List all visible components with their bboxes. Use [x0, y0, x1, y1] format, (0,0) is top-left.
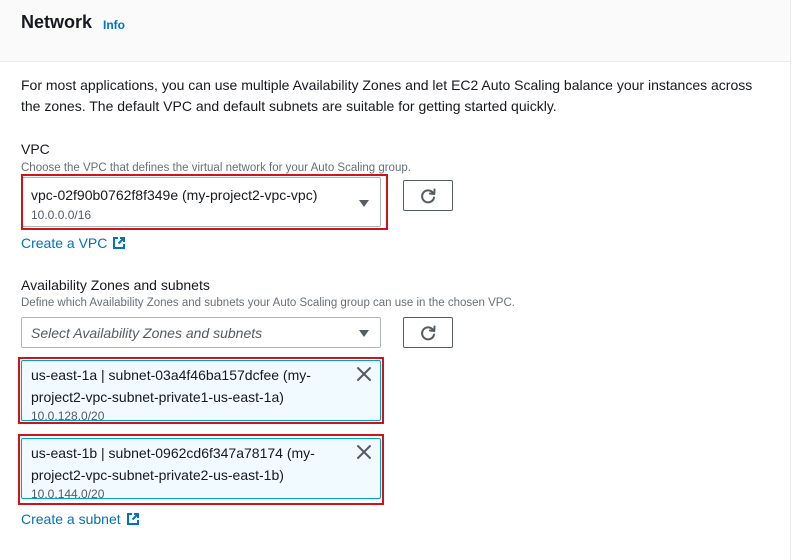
create-vpc-label: Create a VPC [21, 235, 108, 251]
panel-header: Network Info [0, 0, 790, 62]
create-vpc-link[interactable]: Create a VPC [21, 235, 126, 251]
vpc-select[interactable]: vpc-02f90b0762f8f349e (my-project2-vpc-v… [21, 177, 381, 227]
az-subnets-placeholder: Select Availability Zones and subnets [31, 325, 263, 341]
vpc-refresh-button[interactable] [403, 180, 453, 211]
caret-down-icon [359, 200, 369, 207]
az-subnets-label: Availability Zones and subnets [21, 277, 210, 293]
info-link[interactable]: Info [103, 18, 125, 32]
subnet-token: us-east-1b | subnet-0962cd6f347a78174 (m… [21, 438, 381, 501]
subnet-token-cidr: 10.0.128.0/20 [31, 409, 105, 423]
external-link-icon [113, 237, 126, 249]
vpc-selected-value: vpc-02f90b0762f8f349e (my-project2-vpc-v… [31, 187, 318, 203]
az-subnets-hint: Define which Availability Zones and subn… [21, 297, 515, 309]
network-panel: Network Info For most applications, you … [0, 0, 791, 560]
subnet-token-cidr: 10.0.144.0/20 [31, 487, 105, 501]
az-subnets-select[interactable]: Select Availability Zones and subnets [21, 317, 381, 348]
refresh-icon [421, 325, 436, 340]
create-subnet-link[interactable]: Create a subnet [21, 511, 140, 527]
section-description: For most applications, you can use multi… [21, 77, 753, 114]
subnet-token: us-east-1a | subnet-03a4f46ba157dcfee (m… [21, 360, 381, 423]
close-icon[interactable] [356, 444, 372, 460]
refresh-icon [421, 188, 436, 203]
vpc-selected-cidr: 10.0.0.0/16 [31, 208, 92, 222]
subnet-token-text: us-east-1b | subnet-0962cd6f347a78174 (m… [31, 445, 315, 483]
subnet-token-text: us-east-1a | subnet-03a4f46ba157dcfee (m… [31, 367, 311, 405]
vpc-hint: Choose the VPC that defines the virtual … [21, 162, 411, 174]
close-icon[interactable] [356, 366, 372, 382]
external-link-icon [126, 513, 139, 525]
az-refresh-button[interactable] [403, 317, 453, 348]
section-title: Network [21, 12, 93, 32]
vpc-label: VPC [21, 141, 50, 157]
caret-down-icon [359, 330, 369, 337]
create-subnet-label: Create a subnet [21, 511, 121, 527]
